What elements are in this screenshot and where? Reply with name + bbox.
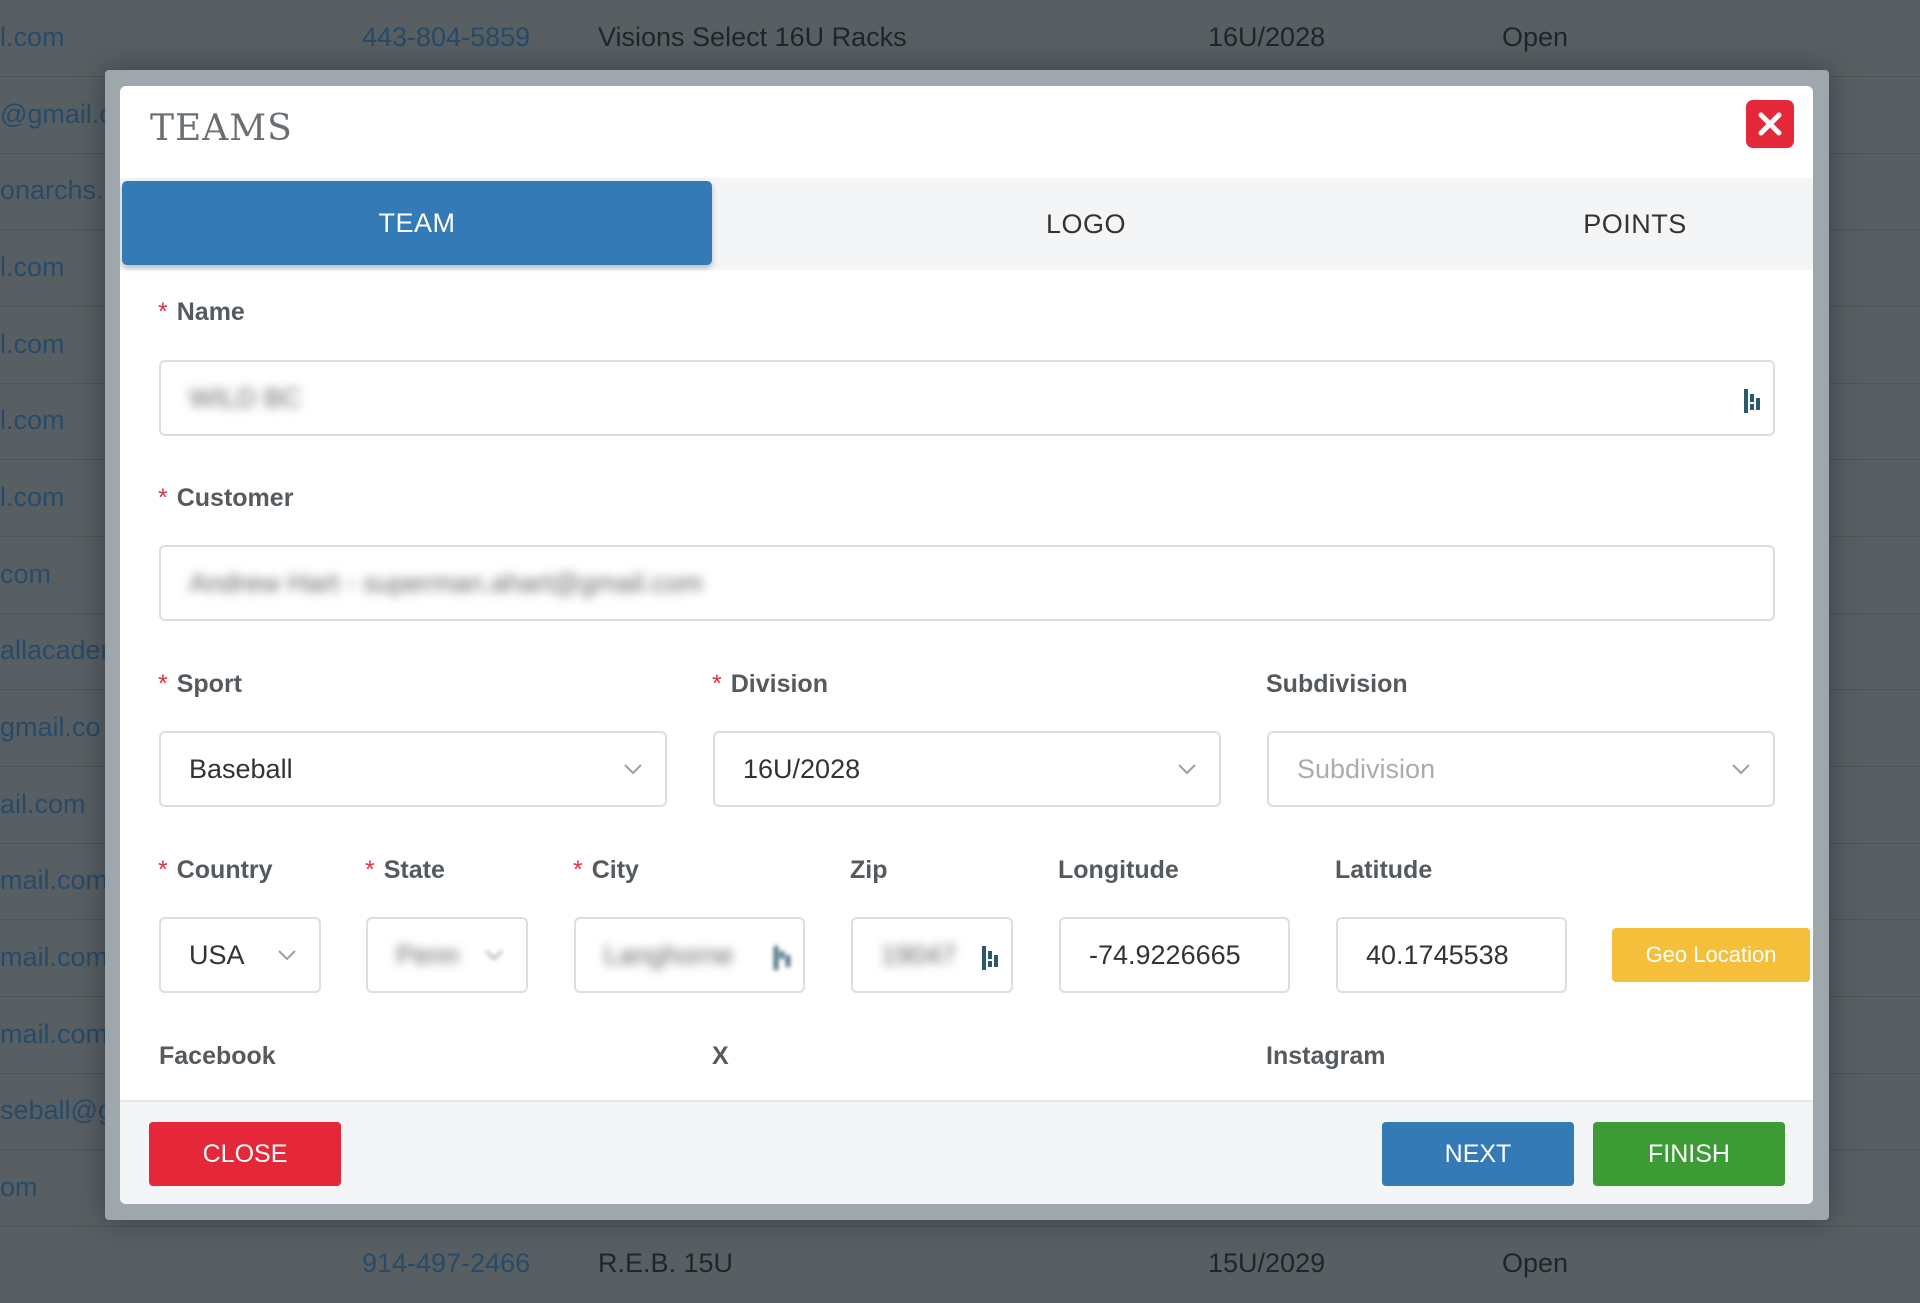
table-cell-email[interactable]: l.com xyxy=(0,329,65,360)
city-input[interactable]: Langhorne xyxy=(574,917,805,993)
tab-bar: TEAM LOGO POINTS xyxy=(120,178,1813,270)
table-cell-email[interactable]: allacader xyxy=(0,635,110,666)
close-icon xyxy=(1758,112,1782,136)
facebook-label: Facebook xyxy=(159,1042,276,1070)
tab-logo[interactable]: LOGO xyxy=(791,178,1381,270)
customer-input[interactable]: Andrew Hart - superman.ahart@gmail.com xyxy=(159,545,1775,621)
subdivision-placeholder: Subdivision xyxy=(1297,753,1436,784)
latitude-input[interactable]: 40.1745538 xyxy=(1336,917,1567,993)
geo-location-button[interactable]: Geo Location xyxy=(1612,928,1810,982)
table-cell-division: 16U/2028 xyxy=(1208,22,1326,52)
longitude-value: -74.9226665 xyxy=(1089,939,1241,970)
required-marker: * xyxy=(158,670,168,698)
longitude-input[interactable]: -74.9226665 xyxy=(1059,917,1290,993)
state-label: * State xyxy=(365,856,445,884)
country-label: * Country xyxy=(158,856,273,884)
chevron-down-icon xyxy=(1178,764,1196,775)
table-cell-email[interactable]: seball@g xyxy=(0,1095,113,1126)
name-label: * Name xyxy=(158,298,245,326)
latitude-value: 40.1745538 xyxy=(1366,939,1509,970)
subdivision-label: Subdivision xyxy=(1266,670,1408,698)
state-select[interactable]: Penn xyxy=(366,917,528,993)
required-marker: * xyxy=(712,670,722,698)
table-cell-email[interactable]: mail.com xyxy=(0,942,108,973)
longitude-label: Longitude xyxy=(1058,856,1179,884)
chevron-down-icon xyxy=(485,950,503,961)
table-cell-email[interactable]: l.com xyxy=(0,22,65,53)
table-cell-status: Open xyxy=(1502,1248,1569,1278)
division-select[interactable]: 16U/2028 xyxy=(713,731,1221,807)
city-value: Langhorne xyxy=(604,939,734,970)
modal-close-button[interactable] xyxy=(1746,100,1794,148)
subdivision-select[interactable]: Subdivision xyxy=(1267,731,1775,807)
chevron-down-icon xyxy=(278,950,296,961)
table-cell-team: Visions Select 16U Racks xyxy=(598,22,907,52)
zip-input[interactable]: 19047 xyxy=(851,917,1013,993)
modal-title: TEAMS xyxy=(150,108,293,149)
required-marker: * xyxy=(365,856,375,884)
sport-label: * Sport xyxy=(158,670,243,698)
close-button[interactable]: CLOSE xyxy=(149,1122,341,1186)
state-value: Penn xyxy=(396,939,460,970)
table-cell-email[interactable]: ail.com xyxy=(0,789,86,820)
table-cell-email[interactable]: mail.com xyxy=(0,865,108,896)
table-cell-email[interactable]: onarchs.c xyxy=(0,175,117,206)
table-cell-phone[interactable]: 914-497-2466 xyxy=(362,1248,530,1279)
required-marker: * xyxy=(573,856,583,884)
table-row: 914-497-2466 R.E.B. 15U 15U/2029 Open xyxy=(0,1226,1920,1303)
password-manager-icon[interactable] xyxy=(979,943,1003,973)
tab-team[interactable]: TEAM xyxy=(122,181,712,265)
sport-value: Baseball xyxy=(189,753,293,784)
city-label: * City xyxy=(573,856,639,884)
division-value: 16U/2028 xyxy=(743,753,861,784)
table-cell-email[interactable]: com xyxy=(0,559,51,590)
chevron-down-icon xyxy=(1732,764,1750,775)
x-label: X xyxy=(712,1042,729,1070)
table-cell-email[interactable]: l.com xyxy=(0,482,65,513)
name-input[interactable]: WILD BC xyxy=(159,360,1775,436)
table-cell-status: Open xyxy=(1502,22,1569,52)
required-marker: * xyxy=(158,484,168,512)
table-cell-email[interactable]: mail.com xyxy=(0,1019,108,1050)
required-marker: * xyxy=(158,298,168,326)
table-cell-email[interactable]: @gmail.c xyxy=(0,99,113,130)
table-cell-email[interactable]: l.com xyxy=(0,252,65,283)
table-cell-email[interactable]: gmail.co xyxy=(0,712,101,743)
tab-points[interactable]: POINTS xyxy=(1340,178,1813,270)
instagram-label: Instagram xyxy=(1266,1042,1386,1070)
chevron-down-icon xyxy=(624,764,642,775)
name-value: WILD BC xyxy=(189,382,302,413)
table-cell-phone[interactable]: 443-804-5859 xyxy=(362,22,530,53)
required-marker: * xyxy=(158,856,168,884)
password-manager-icon[interactable] xyxy=(771,943,795,973)
teams-modal: TEAMS TEAM LOGO POINTS * Name WILD BC * Cu… xyxy=(120,86,1813,1204)
finish-button[interactable]: FINISH xyxy=(1593,1122,1785,1186)
latitude-label: Latitude xyxy=(1335,856,1433,884)
next-button[interactable]: NEXT xyxy=(1382,1122,1574,1186)
table-cell-email[interactable]: om xyxy=(0,1172,38,1203)
country-select[interactable]: USA xyxy=(159,917,321,993)
table-cell-email[interactable]: l.com xyxy=(0,405,65,436)
division-label: * Division xyxy=(712,670,828,698)
customer-label: * Customer xyxy=(158,484,294,512)
table-cell-division: 15U/2029 xyxy=(1208,1248,1326,1278)
sport-select[interactable]: Baseball xyxy=(159,731,667,807)
zip-value: 19047 xyxy=(881,939,957,970)
modal-footer: CLOSE NEXT FINISH xyxy=(120,1100,1813,1204)
table-cell-team: R.E.B. 15U xyxy=(598,1248,734,1278)
table-row: l.com 443-804-5859 Visions Select 16U Ra… xyxy=(0,0,1920,77)
customer-value: Andrew Hart - superman.ahart@gmail.com xyxy=(189,567,703,598)
password-manager-icon[interactable] xyxy=(1741,386,1765,416)
zip-label: Zip xyxy=(850,856,888,884)
country-value: USA xyxy=(189,939,245,970)
